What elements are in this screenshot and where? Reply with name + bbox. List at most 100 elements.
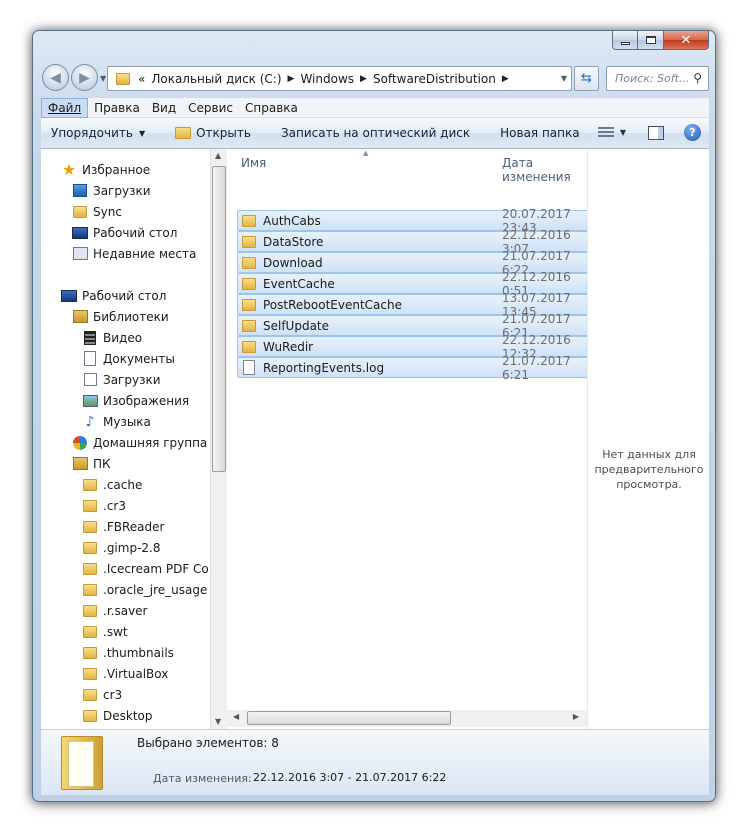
menu-bar: Файл Правка Вид Сервис Справка [41, 97, 709, 118]
nav-lib-downloads[interactable]: Загрузки [82, 369, 161, 390]
file-list: ▲ Имя Дата изменения AuthCabs 20.07.2017 … [227, 149, 597, 729]
maximize-button[interactable] [638, 31, 664, 50]
new-folder-button[interactable]: Новая папка [500, 126, 579, 140]
column-date[interactable]: Дата изменения [502, 156, 587, 184]
help-icon[interactable]: ? [684, 124, 701, 141]
menu-help[interactable]: Справка [239, 98, 304, 118]
nav-libraries[interactable]: Библиотеки [72, 306, 169, 327]
nav-desktop-root[interactable]: Рабочий стол [61, 285, 166, 306]
column-headers: ▲ Имя Дата изменения [227, 149, 587, 184]
nav-desktop[interactable]: Рабочий стол [72, 222, 177, 243]
scroll-left-icon[interactable]: ◀ [233, 712, 239, 721]
organize-button[interactable]: Упорядочить ▼ [51, 126, 145, 140]
modified-value: 22.12.2016 3:07 - 21.07.2017 6:22 [253, 771, 447, 784]
folder-icon [242, 319, 256, 332]
views-dropdown-icon[interactable]: ▼ [620, 128, 626, 137]
nav-documents[interactable]: Документы [82, 348, 175, 369]
file-row[interactable]: ReportingEvents.log 21.07.2017 6:21 [237, 354, 597, 382]
menu-view[interactable]: Вид [146, 98, 182, 118]
breadcrumb-separator-icon[interactable]: ▶ [502, 74, 509, 84]
scrollbar-thumb[interactable] [247, 711, 451, 725]
nav-sync[interactable]: Sync [72, 201, 122, 222]
breadcrumb-softwaredistribution[interactable]: SoftwareDistribution [373, 72, 496, 86]
nav-folder[interactable]: cr3 [82, 684, 122, 705]
folder-icon [242, 298, 256, 311]
breadcrumb-separator-icon[interactable]: ▶ [360, 74, 367, 84]
open-button[interactable]: Открыть [175, 126, 251, 140]
breadcrumb-drive[interactable]: Локальный диск (C:) [151, 72, 281, 86]
homegroup-icon [73, 435, 87, 450]
folder-icon [83, 583, 97, 596]
forward-button[interactable]: ▶ [71, 64, 98, 91]
menu-tools[interactable]: Сервис [182, 98, 239, 118]
nav-folder[interactable]: .thumbnails [82, 642, 174, 663]
folder-icon [83, 499, 97, 512]
search-input[interactable]: Поиск: Soft... ⚲ [606, 66, 709, 91]
nav-pc[interactable]: ПК [72, 453, 111, 474]
address-bar[interactable]: « Локальный диск (C:) ▶ Windows ▶ Softwa… [107, 66, 572, 91]
breadcrumb-windows[interactable]: Windows [300, 72, 354, 86]
folder-icon [116, 72, 130, 85]
folder-icon [83, 688, 97, 701]
burn-button[interactable]: Записать на оптический диск [281, 126, 470, 140]
folder-icon [242, 277, 256, 290]
documents-icon [84, 351, 96, 366]
scroll-right-icon[interactable]: ▶ [573, 712, 579, 721]
menu-file[interactable]: Файл [41, 97, 89, 118]
nav-favorites[interactable]: ★ Избранное [61, 159, 150, 180]
desktop-icon [72, 226, 88, 239]
recent-places-icon [72, 247, 88, 260]
folder-icon [83, 667, 97, 680]
folder-icon [83, 520, 97, 533]
nav-folder[interactable]: .gimp-2.8 [82, 537, 161, 558]
nav-folder[interactable]: .r.saver [82, 600, 147, 621]
scroll-up-icon[interactable]: ▲ [215, 151, 221, 160]
pc-folder-icon [72, 457, 88, 470]
nav-folder[interactable]: .swt [82, 621, 128, 642]
folder-icon [242, 340, 256, 353]
downloads-icon [83, 373, 97, 386]
nav-homegroup[interactable]: Домашняя группа [72, 432, 207, 453]
preview-message: Нет данных для предварительного просмотр… [594, 448, 704, 491]
open-folder-icon [175, 127, 192, 139]
nav-downloads[interactable]: Загрузки [72, 180, 151, 201]
folder-icon [242, 235, 256, 248]
nav-music[interactable]: ♪ Музыка [82, 411, 151, 432]
address-chevron[interactable]: « [138, 72, 145, 86]
nav-images[interactable]: Изображения [82, 390, 189, 411]
file-icon [243, 360, 255, 375]
nav-buttons: ◀ ▶ ▼ [42, 64, 110, 91]
views-icon[interactable] [597, 126, 614, 139]
scroll-down-icon[interactable]: ▼ [215, 717, 221, 726]
nav-folder[interactable]: .cr3 [82, 495, 126, 516]
folder-icon [83, 625, 97, 638]
search-placeholder: Поиск: Soft... [615, 72, 690, 85]
nav-folder[interactable]: .Icecream PDF Co [82, 558, 209, 579]
caption-buttons: ✕ [612, 31, 709, 51]
close-button[interactable]: ✕ [664, 31, 709, 50]
nav-folder[interactable]: .oracle_jre_usage [82, 579, 207, 600]
nav-folder[interactable]: .VirtualBox [82, 663, 168, 684]
nav-folder[interactable]: .FBReader [82, 516, 164, 537]
scrollbar-thumb[interactable] [212, 166, 226, 472]
nav-folder[interactable]: Desktop [82, 705, 153, 726]
back-button[interactable]: ◀ [42, 64, 69, 91]
minimize-button[interactable] [612, 31, 638, 50]
desktop-icon [61, 289, 77, 302]
video-icon [84, 330, 96, 345]
breadcrumb-separator-icon[interactable]: ▶ [288, 74, 295, 84]
content-area: ★ Избранное Загрузки Sync Рабочий стол Не… [41, 149, 709, 729]
menu-edit[interactable]: Правка [88, 98, 146, 118]
filelist-hscrollbar[interactable]: ◀ ▶ [227, 710, 587, 727]
search-icon[interactable]: ⚲ [693, 71, 702, 85]
navpane-scrollbar[interactable]: ▲ ▼ [210, 149, 227, 729]
preview-pane-icon[interactable] [648, 125, 664, 140]
refresh-button[interactable]: ⇆ [574, 66, 599, 91]
nav-folder[interactable]: .cache [82, 474, 142, 495]
address-dropdown-icon[interactable]: ▼ [561, 74, 567, 83]
nav-video[interactable]: Видео [82, 327, 142, 348]
nav-recent-places[interactable]: Недавние места [72, 243, 196, 264]
folder-icon [73, 205, 87, 218]
explorer-window: ✕ ◀ ▶ ▼ « Локальный диск (C:) ▶ Windows … [32, 30, 716, 802]
column-name[interactable]: Имя [241, 156, 266, 170]
